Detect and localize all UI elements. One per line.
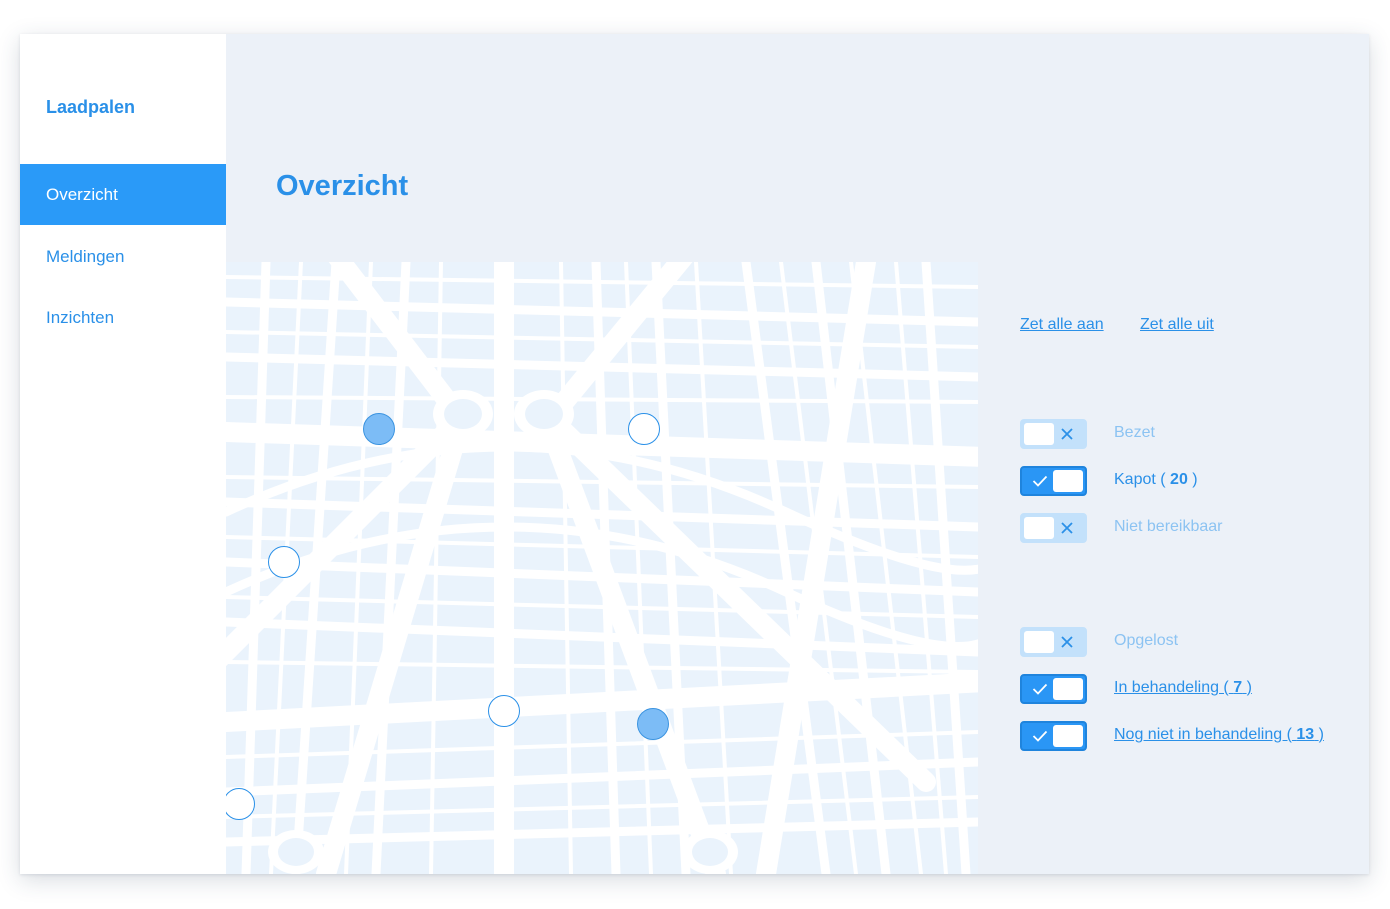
map-marker[interactable] xyxy=(628,413,660,445)
all-off-link[interactable]: Zet alle uit xyxy=(1140,316,1214,334)
filter-label-suffix: ) xyxy=(1192,471,1198,488)
filter-label-text: Kapot ( xyxy=(1114,471,1166,488)
toggle-niet-bereikbaar[interactable] xyxy=(1020,513,1087,543)
sidebar-item-overzicht[interactable]: Overzicht xyxy=(20,164,226,225)
filter-label-opgelost: Opgelost xyxy=(1114,632,1179,649)
filter-count: 7 xyxy=(1233,679,1243,696)
toggle-bezet[interactable] xyxy=(1020,419,1087,449)
filter-label-nog-niet-in-behandeling[interactable]: Nog niet in behandeling ( 13 ) xyxy=(1114,726,1324,744)
app-brand: Laadpalen xyxy=(46,97,136,117)
map-streets xyxy=(226,262,978,874)
app-window: Laadpalen Overzicht Meldingen Inzichten … xyxy=(20,34,1369,874)
toggle-knob xyxy=(1024,423,1054,445)
filter-label-in-behandeling[interactable]: In behandeling ( 7 ) xyxy=(1114,679,1252,697)
toggle-knob xyxy=(1053,725,1083,747)
filter-label-kapot: Kapot ( 20 ) xyxy=(1114,471,1198,489)
filter-count: 20 xyxy=(1170,471,1188,488)
filter-label-text: Nog niet in behandeling ( xyxy=(1114,726,1292,743)
close-icon xyxy=(1061,428,1073,440)
toggle-knob xyxy=(1053,678,1083,700)
filter-count: 13 xyxy=(1296,726,1315,743)
check-icon xyxy=(1032,683,1048,695)
filter-label-niet-bereikbaar: Niet bereikbaar xyxy=(1114,518,1223,535)
toggle-knob xyxy=(1024,631,1054,653)
close-icon xyxy=(1061,636,1073,648)
map-marker[interactable] xyxy=(488,695,520,727)
map-marker[interactable] xyxy=(637,708,669,740)
filter-label-suffix: ) xyxy=(1318,726,1324,743)
sidebar: Laadpalen Overzicht Meldingen Inzichten xyxy=(20,34,226,874)
sidebar-item-inzichten[interactable]: Inzichten xyxy=(20,287,226,348)
all-on-link[interactable]: Zet alle aan xyxy=(1020,316,1104,334)
toggle-knob xyxy=(1053,470,1083,492)
filter-label-suffix: ) xyxy=(1246,679,1252,696)
map-marker[interactable] xyxy=(363,413,395,445)
toggle-in-behandeling[interactable] xyxy=(1020,674,1087,704)
map-marker[interactable] xyxy=(268,546,300,578)
toggle-kapot[interactable] xyxy=(1020,466,1087,496)
check-icon xyxy=(1032,730,1048,742)
toggle-opgelost[interactable] xyxy=(1020,627,1087,657)
toggle-nog-niet-in-behandeling[interactable] xyxy=(1020,721,1087,751)
close-icon xyxy=(1061,522,1073,534)
map-view[interactable] xyxy=(226,262,978,874)
filter-label-text: In behandeling ( xyxy=(1114,679,1229,696)
sidebar-item-meldingen[interactable]: Meldingen xyxy=(20,226,226,287)
filter-label-bezet: Bezet xyxy=(1114,424,1155,441)
toggle-knob xyxy=(1024,517,1054,539)
page-title: Overzicht xyxy=(276,170,409,202)
check-icon xyxy=(1032,475,1048,487)
